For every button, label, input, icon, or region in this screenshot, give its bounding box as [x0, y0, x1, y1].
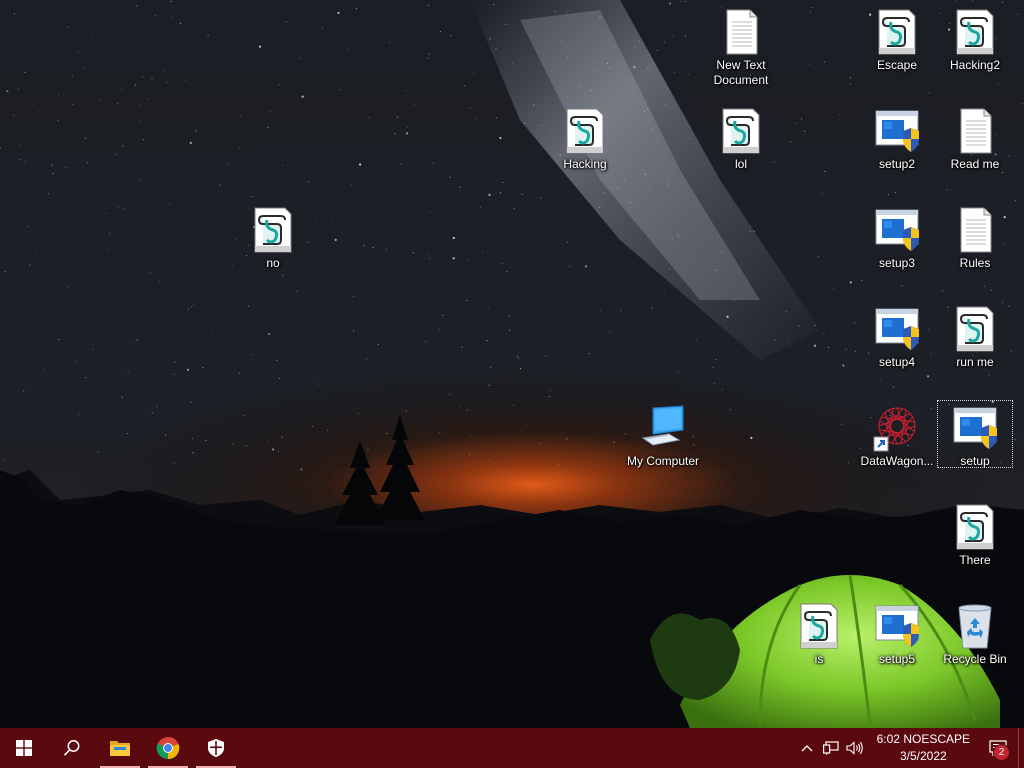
network-icon — [822, 741, 839, 755]
text-file-icon — [951, 107, 999, 155]
desktop-icon-label: no — [266, 256, 280, 270]
notification-count-badge: 2 — [993, 744, 1010, 761]
desktop-icon-is[interactable]: is — [781, 598, 857, 667]
computer-file-icon — [639, 404, 687, 452]
desktop-icon-label: My Computer — [626, 454, 700, 468]
desktop-icon-label: setup — [960, 454, 990, 468]
chrome-icon — [156, 736, 180, 760]
desktop-icon-setup3[interactable]: setup3 — [859, 202, 935, 271]
clock[interactable]: 6:02 NOESCAPE 3/5/2022 — [867, 731, 978, 765]
start-button[interactable] — [0, 728, 48, 768]
desktop-icon-new-text-document[interactable]: New Text Document — [703, 4, 779, 88]
chrome-button[interactable] — [144, 728, 192, 768]
desktop-icon-setup2[interactable]: setup2 — [859, 103, 935, 172]
shield-icon — [208, 739, 224, 757]
setup-file-icon — [873, 206, 921, 254]
desktop-icon-label: setup5 — [878, 652, 916, 666]
desktop-icon-label: Recycle Bin — [943, 652, 1007, 666]
windows-logo-icon — [16, 740, 32, 756]
script-file-icon — [249, 206, 297, 254]
system-tray: 6:02 NOESCAPE 3/5/2022 2 — [795, 728, 1024, 768]
script-file-icon — [951, 8, 999, 56]
search-button[interactable] — [48, 728, 96, 768]
desktop-icon-setup4[interactable]: setup4 — [859, 301, 935, 370]
volume-button[interactable] — [843, 728, 867, 768]
taskbar: 6:02 NOESCAPE 3/5/2022 2 — [0, 728, 1024, 768]
shortcut-file-icon — [873, 404, 921, 452]
desktop-icon-hacking[interactable]: Hacking — [547, 103, 623, 172]
show-desktop-button[interactable] — [1018, 728, 1024, 768]
network-button[interactable] — [819, 728, 843, 768]
desktop-icon-label: setup3 — [878, 256, 916, 270]
desktop-icon-label: Hacking2 — [949, 58, 1001, 72]
desktop-icon-label: lol — [734, 157, 747, 171]
desktop-icon-label: New Text Document — [713, 58, 769, 87]
script-file-icon — [717, 107, 765, 155]
file-explorer-button[interactable] — [96, 728, 144, 768]
desktop-icon-label: is — [814, 652, 824, 666]
speaker-icon — [846, 741, 863, 755]
script-file-icon — [795, 602, 843, 650]
setup-file-icon — [873, 107, 921, 155]
desktop-icon-label: run me — [956, 355, 994, 369]
script-file-icon — [951, 503, 999, 551]
setup-file-icon — [951, 404, 999, 452]
script-file-icon — [873, 8, 921, 56]
desktop-icon-recycle-bin[interactable]: Recycle Bin — [937, 598, 1013, 667]
desktop-icon-rules[interactable]: Rules — [937, 202, 1013, 271]
desktop-icon-escape[interactable]: Escape — [859, 4, 935, 73]
desktop-icon-setup5[interactable]: setup5 — [859, 598, 935, 667]
desktop-icon-my-computer[interactable]: My Computer — [625, 400, 701, 469]
desktop-icon-label: Rules — [959, 256, 991, 270]
desktop-icon-lol[interactable]: lol — [703, 103, 779, 172]
setup-file-icon — [873, 602, 921, 650]
desktop-icon-run-me[interactable]: run me — [937, 301, 1013, 370]
desktop-icon-datawagon[interactable]: DataWagon... — [859, 400, 935, 469]
desktop-icon-label: There — [959, 553, 991, 567]
desktop-icon-label: Read me — [950, 157, 1000, 171]
script-file-icon — [561, 107, 609, 155]
desktop-icon-no[interactable]: no — [235, 202, 311, 271]
desktop-icon-label: Hacking — [563, 157, 607, 171]
clock-time: 6:02 NOESCAPE — [876, 732, 970, 746]
script-file-icon — [951, 305, 999, 353]
show-hidden-icons-button[interactable] — [795, 728, 819, 768]
desktop-icon-label: setup4 — [878, 355, 916, 369]
search-icon — [63, 740, 80, 756]
folder-icon — [110, 741, 130, 756]
desktop-icon-there[interactable]: There — [937, 499, 1013, 568]
recycle-file-icon — [951, 602, 999, 650]
action-center-button[interactable]: 2 — [978, 728, 1018, 768]
desktop-icon-setup[interactable]: setup — [937, 400, 1013, 468]
text-file-icon — [717, 8, 765, 56]
windows-security-button[interactable] — [192, 728, 240, 768]
desktop-icon-label: DataWagon... — [860, 454, 934, 468]
clock-date: 3/5/2022 — [899, 749, 947, 763]
desktop-icon-hacking2[interactable]: Hacking2 — [937, 4, 1013, 73]
chevron-up-icon — [801, 745, 813, 752]
desktop-icon-read-me[interactable]: Read me — [937, 103, 1013, 172]
desktop-icon-label: Escape — [876, 58, 918, 72]
text-file-icon — [951, 206, 999, 254]
setup-file-icon — [873, 305, 921, 353]
desktop-icon-label: setup2 — [878, 157, 916, 171]
